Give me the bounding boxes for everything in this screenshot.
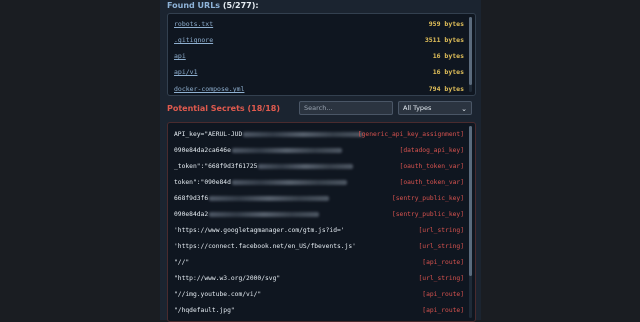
secret-row: 'https://www.googletagmanager.com/gtm.js…: [174, 223, 464, 237]
url-size: 3511 bytes: [424, 36, 464, 44]
redacted-value: [231, 147, 342, 153]
secret-type: [generic_api_key_assignment]: [357, 131, 464, 138]
secret-row: 090e84da2 [sentry_public_key]: [174, 207, 464, 221]
chevron-down-icon: ⌄: [461, 105, 467, 113]
type-filter-value: All Types: [403, 104, 432, 112]
results-panel: Found URLs (5/277): robots.txt 959 bytes…: [160, 0, 481, 322]
secret-type: [oauth_token_var]: [399, 163, 464, 170]
url-link[interactable]: robots.txt: [174, 20, 213, 28]
secret-type: [api_route]: [422, 307, 464, 314]
secret-value: 'https://connect.facebook.net/en_US/fbev…: [174, 243, 356, 250]
secrets-heading: Potential Secrets (18/18): [167, 104, 280, 113]
urls-scrollbar-thumb[interactable]: [469, 17, 472, 85]
secret-type: [datadog_api_key]: [399, 147, 464, 154]
secret-value: 090e84da2ca646e: [174, 147, 231, 154]
secret-type: [sentry_public_key]: [391, 211, 464, 218]
secret-type: [url_string]: [418, 275, 465, 282]
secret-row: "//img.youtube.com/vi/" [api_route]: [174, 287, 464, 301]
url-size: 16 bytes: [432, 52, 464, 60]
secret-type: [url_string]: [418, 243, 465, 250]
url-size: 16 bytes: [432, 68, 464, 76]
found-urls-list[interactable]: robots.txt 959 bytes .gitignore 3511 byt…: [167, 13, 476, 96]
secret-row: token":"090e84d [oauth_token_var]: [174, 175, 464, 189]
secrets-list[interactable]: API_key="AERUL-JUD [generic_api_key_assi…: [167, 122, 476, 322]
secrets-title: Potential Secrets: [167, 104, 245, 113]
type-filter-select[interactable]: All Types ⌄: [398, 101, 472, 115]
secrets-search-input[interactable]: [299, 101, 393, 115]
secret-row: "/hqdefault.jpg" [api_route]: [174, 303, 464, 317]
secret-type: [url_string]: [418, 227, 465, 234]
secrets-scrollbar[interactable]: [469, 126, 472, 318]
found-urls-title: Found URLs: [167, 1, 221, 10]
secret-value: 668f9d3f6: [174, 195, 209, 202]
url-row: api/v1 16 bytes: [174, 66, 464, 78]
url-link[interactable]: api: [174, 52, 186, 60]
secret-row: "http://www.w3.org/2000/svg" [url_string…: [174, 271, 464, 285]
secret-value: "//": [174, 259, 190, 266]
url-row: docker-compose.yml 794 bytes: [174, 83, 464, 95]
secret-value: "/hqdefault.jpg": [174, 307, 235, 314]
url-row: robots.txt 959 bytes: [174, 18, 464, 30]
redacted-value: [209, 211, 320, 217]
secret-value: 090e84da2: [174, 211, 209, 218]
url-row: .gitignore 3511 bytes: [174, 34, 464, 46]
secrets-count: (18/18): [247, 104, 280, 113]
secret-type: [sentry_public_key]: [391, 195, 464, 202]
found-urls-heading: Found URLs (5/277):: [167, 1, 259, 10]
url-size: 959 bytes: [428, 20, 464, 28]
url-link[interactable]: docker-compose.yml: [174, 85, 244, 93]
secret-value: token":"090e84d: [174, 179, 231, 186]
url-link[interactable]: .gitignore: [174, 36, 213, 44]
secret-row: 'https://connect.facebook.net/en_US/fbev…: [174, 239, 464, 253]
secret-row: "//" [api_route]: [174, 255, 464, 269]
secret-value: API_key="AERUL-JUD: [174, 131, 243, 138]
secret-value: "//img.youtube.com/vi/": [174, 291, 262, 298]
secret-type: [api_route]: [422, 259, 464, 266]
found-urls-count: (5/277):: [222, 1, 259, 10]
secret-row: 668f9d3f6 [sentry_public_key]: [174, 191, 464, 205]
secrets-scrollbar-thumb[interactable]: [469, 126, 472, 276]
secret-value: "http://www.w3.org/2000/svg": [174, 275, 281, 282]
secret-type: [api_route]: [422, 291, 464, 298]
redacted-value: [258, 163, 354, 169]
url-row: api 16 bytes: [174, 50, 464, 62]
secret-row: API_key="AERUL-JUD [generic_api_key_assi…: [174, 127, 464, 141]
redacted-value: [231, 179, 347, 185]
redacted-value: [209, 195, 330, 201]
secret-row: 090e84da2ca646e [datadog_api_key]: [174, 143, 464, 157]
secret-value: _token":"668f9d3f61725: [174, 163, 258, 170]
secret-row: _token":"668f9d3f61725 [oauth_token_var]: [174, 159, 464, 173]
secret-type: [oauth_token_var]: [399, 179, 464, 186]
url-link[interactable]: api/v1: [174, 68, 197, 76]
url-size: 794 bytes: [428, 85, 464, 93]
redacted-value: [243, 131, 364, 137]
urls-scrollbar[interactable]: [469, 17, 472, 92]
secret-value: 'https://www.googletagmanager.com/gtm.js…: [174, 227, 345, 234]
